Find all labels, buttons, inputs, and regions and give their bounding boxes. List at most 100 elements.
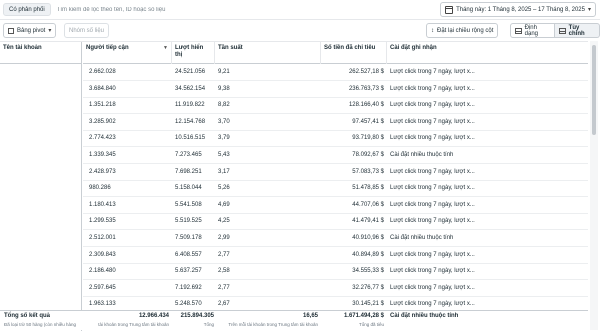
- cell-spend: 236.763,73 $: [348, 85, 384, 92]
- cell-impressions: 5.541.508: [175, 201, 202, 208]
- cell-impressions: 6.408.557: [175, 251, 202, 258]
- cell-reach: 3.285.902: [89, 118, 116, 125]
- impressions-header-label: Lượt hiển thị: [175, 45, 204, 58]
- cell-frequency: 5,26: [218, 185, 230, 192]
- cell-impressions: 5.158.044: [175, 185, 202, 192]
- reach-header-label: Người tiếp cận: [86, 45, 129, 51]
- top-bar: Có phản phối Tháng này: 1 Tháng 8, 2025 …: [0, 0, 600, 20]
- cell-attribution: Lượt click trong 7 ngày, lượt x...: [390, 85, 475, 92]
- cell-reach: 1.299.535: [89, 218, 116, 225]
- chevron-down-icon: ▾: [587, 7, 591, 13]
- calendar-icon: [445, 5, 454, 14]
- filter-chip[interactable]: Có phản phối: [3, 3, 51, 16]
- totals-subtitle: Đã loại trừ 50 hàng (còn nhiều hàng: [4, 322, 77, 327]
- custom-button[interactable]: Tùy chỉnh: [555, 23, 600, 38]
- table-scrollbar[interactable]: [590, 41, 598, 330]
- table-row[interactable]: 1.299.535 5.519.525 4,25 41.479,41 $ Lượt cl…: [83, 213, 588, 231]
- cell-impressions: 5.637.257: [175, 268, 202, 275]
- table-row[interactable]: 1.351.218 11.919.822 8,82 128.166,40 $ Lượt …: [83, 97, 588, 115]
- sort-down-icon[interactable]: ▼: [163, 45, 168, 52]
- format-label: Định dạng: [524, 24, 538, 37]
- cell-attribution: Lượt click trong 7 ngày, lượt x...: [390, 201, 475, 208]
- reach-column-header[interactable]: Người tiếp cận ▼: [83, 42, 172, 64]
- reset-column-width-button[interactable]: ↕ Đặt lại chiều rộng cột: [426, 23, 499, 38]
- cell-spend: 32.276,77 $: [352, 284, 384, 291]
- totals-reach-sub: tài khoản trong Trung tâm tài khoản: [98, 322, 169, 327]
- totals-spend: 1.671.494,28 $: [343, 313, 384, 319]
- table-row[interactable]: 1.339.345 7.273.465 5,43 78.092,67 $ Cài đặt…: [83, 147, 588, 164]
- table-row[interactable]: 2.512.001 7.509.178 2,99 40.910,96 $ Cài đặt…: [83, 230, 588, 247]
- cell-impressions: 7.509.178: [175, 235, 202, 241]
- pivot-table-button[interactable]: Bảng pivot ▾: [3, 23, 57, 38]
- table-row[interactable]: 1.180.413 5.541.508 4,69 44.707,06 $ Lượt cl…: [83, 197, 588, 214]
- totals-impressions: 215.894.305: [180, 313, 214, 319]
- table-row[interactable]: 2.186.480 5.637.257 2,58 34.555,33 $ Lượt cl…: [83, 263, 588, 281]
- cell-frequency: 8,82: [218, 102, 230, 109]
- cell-reach: 2.186.480: [89, 268, 116, 275]
- table-row[interactable]: 2.662.028 24.521.056 9,21 262.527,18 $ Lượt …: [83, 64, 588, 81]
- cell-reach: 2.428.973: [89, 168, 116, 175]
- cell-spend: 78.092,67 $: [352, 152, 384, 158]
- attribution-column-header[interactable]: Cài đặt ghi nhận: [387, 42, 588, 64]
- group-metrics-label: Nhóm số liệu: [69, 27, 105, 34]
- cell-attribution: Lượt click trong 7 ngày, lượt x...: [390, 251, 475, 258]
- table-row[interactable]: 2.309.843 6.408.557 2,77 40.894,89 $ Lượt cl…: [83, 247, 588, 264]
- chevron-down-icon: ▾: [48, 28, 52, 34]
- cell-spend: 41.479,41 $: [352, 218, 384, 225]
- cell-spend: 97.457,41 $: [352, 118, 384, 125]
- cell-frequency: 3,17: [218, 168, 230, 175]
- account-column-header[interactable]: Tên tài khoản: [0, 42, 82, 64]
- custom-label: Tùy chỉnh: [568, 24, 585, 37]
- cell-attribution: Lượt click trong 7 ngày, lượt x...: [390, 218, 475, 225]
- table-row[interactable]: 2.597.645 7.192.692 2,77 32.276,77 $ Lượt cl…: [83, 280, 588, 297]
- custom-icon: [559, 27, 566, 34]
- report-table: Tên tài khoản Người tiếp cận ▼ Lượt hiển…: [0, 41, 588, 331]
- table-row[interactable]: 2.428.973 7.698.251 3,17 57.083,73 $ Lượt cl…: [83, 164, 588, 181]
- table-header: Người tiếp cận ▼ Lượt hiển thị Tần suất …: [83, 42, 588, 64]
- search-input[interactable]: [56, 6, 257, 13]
- date-range-picker[interactable]: Tháng này: 1 Tháng 8, 2025 – 17 Tháng 8,…: [440, 2, 596, 17]
- totals-impressions-sub: Tổng: [203, 322, 214, 327]
- impressions-column-header[interactable]: Lượt hiển thị: [172, 42, 215, 64]
- cell-attribution: Lượt click trong 7 ngày, lượt x...: [390, 284, 475, 291]
- reset-icon: ↕: [431, 27, 434, 34]
- cell-reach: 2.774.423: [89, 135, 116, 142]
- cell-spend: 34.555,33 $: [352, 268, 384, 275]
- cell-impressions: 10.516.515: [175, 135, 206, 142]
- cell-spend: 262.527,18 $: [348, 69, 384, 75]
- totals-reach: 12.966.434: [138, 313, 169, 319]
- cell-frequency: 4,25: [218, 218, 230, 225]
- cell-impressions: 7.273.465: [175, 152, 202, 158]
- cell-frequency: 5,43: [218, 152, 230, 158]
- cell-spend: 40.894,89 $: [352, 251, 384, 258]
- format-button[interactable]: Định dạng: [510, 23, 556, 38]
- table-row[interactable]: 2.774.423 10.516.515 3,79 93.719,80 $ Lượt c…: [83, 130, 588, 148]
- table-row[interactable]: 980.286 5.158.044 5,26 51.478,85 $ Lượt clic…: [83, 180, 588, 198]
- spend-column-header[interactable]: Số tiền đã chi tiêu: [321, 42, 387, 64]
- table-row[interactable]: 3.684.840 34.562.154 9,38 236.763,73 $ Lượt …: [83, 81, 588, 98]
- cell-reach: 1.339.345: [89, 152, 116, 158]
- cell-attribution: Lượt click trong 7 ngày, lượt x...: [390, 69, 475, 75]
- cell-reach: 1.180.413: [89, 201, 116, 208]
- cell-reach: 2.309.843: [89, 251, 116, 258]
- cell-impressions: 7.192.692: [175, 284, 202, 291]
- cell-impressions: 12.154.768: [175, 118, 206, 125]
- cell-spend: 57.083,73 $: [352, 168, 384, 175]
- scrollbar-thumb[interactable]: [592, 45, 596, 135]
- totals-row: Tổng số kết quả Đã loại trừ 50 hàng (còn…: [0, 310, 588, 330]
- cell-frequency: 4,69: [218, 201, 230, 208]
- cell-reach: 3.684.840: [89, 85, 116, 92]
- cell-attribution: Cài đặt nhiều thuộc tính: [390, 152, 454, 158]
- cell-attribution: Cài đặt nhiều thuộc tính: [390, 235, 454, 241]
- group-metrics-button[interactable]: Nhóm số liệu: [64, 23, 110, 38]
- cell-frequency: 2,77: [218, 284, 230, 291]
- cell-reach: 2.512.001: [89, 235, 116, 241]
- frequency-column-header[interactable]: Tần suất: [215, 42, 321, 64]
- totals-attribution: Cài đặt nhiều thuộc tính: [390, 313, 459, 319]
- cell-frequency: 3,70: [218, 118, 230, 125]
- cell-attribution: Lượt click trong 7 ngày, lượt x...: [390, 102, 475, 109]
- cell-reach: 1.351.218: [89, 102, 116, 109]
- totals-title: Tổng số kết quả: [4, 313, 51, 319]
- table-row[interactable]: 3.285.902 12.154.768 3,70 97.457,41 $ Lượt c…: [83, 114, 588, 131]
- cell-attribution: Lượt click trong 7 ngày, lượt x...: [390, 168, 475, 175]
